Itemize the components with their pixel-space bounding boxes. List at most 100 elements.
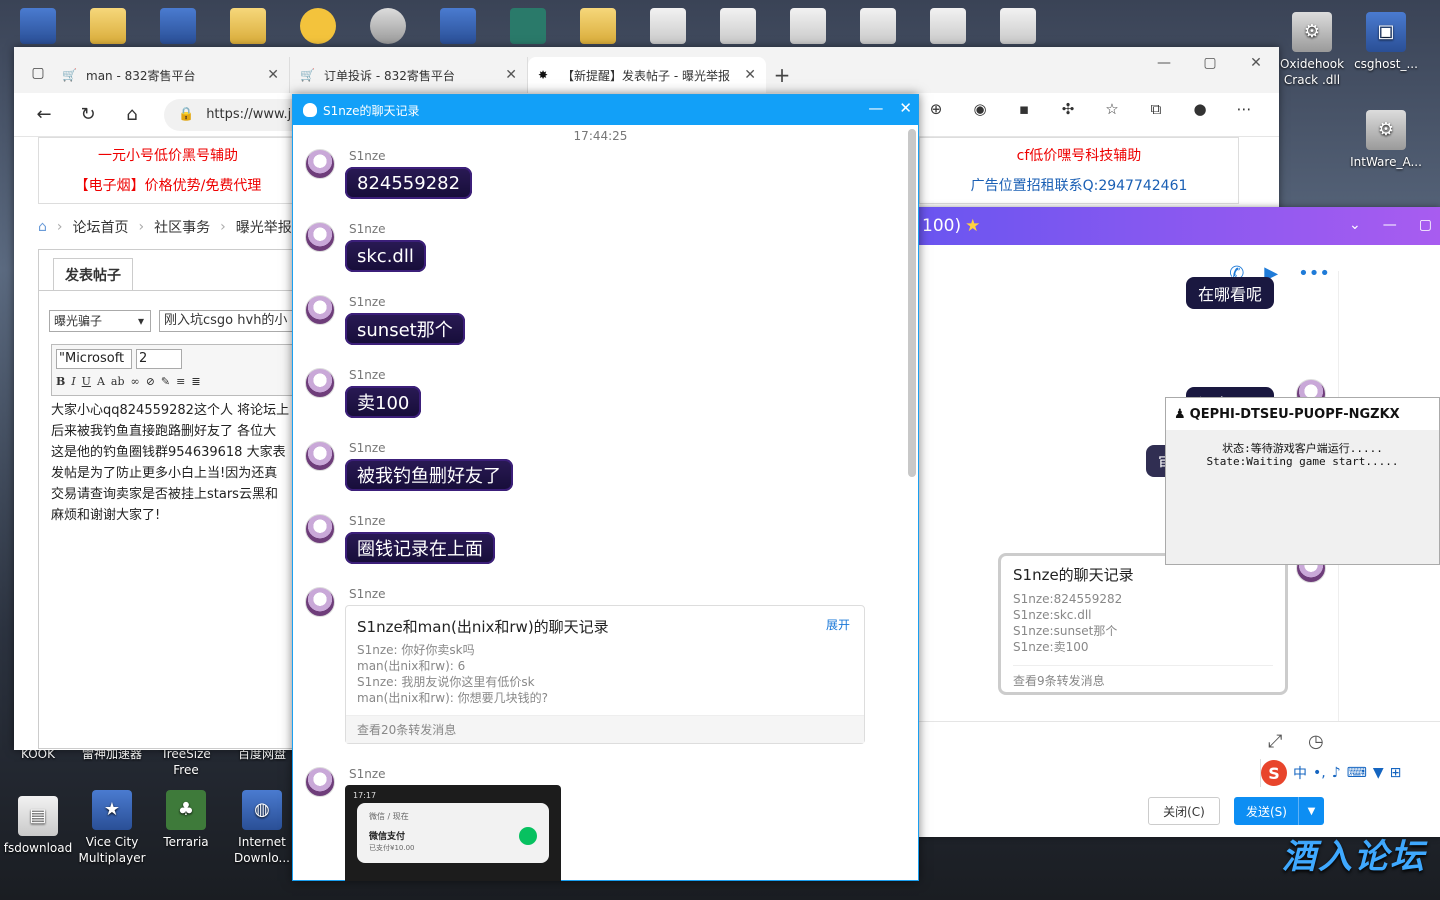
avatar[interactable]	[305, 295, 335, 325]
tab-actions-icon[interactable]: ▢	[24, 57, 52, 89]
sogou-ime-icon[interactable]: S	[1261, 760, 1287, 786]
message-bubble[interactable]: sunset那个	[345, 313, 465, 345]
breadcrumb-forum-home[interactable]: 论坛首页	[73, 217, 129, 237]
ad-banner-right[interactable]: cf低价嘿号科技辅助 广告位置招租联系Q:2947742461	[919, 137, 1239, 204]
avatar[interactable]	[305, 514, 335, 544]
extension-globe-icon[interactable]: ◉	[958, 93, 1002, 125]
chevron-down-icon[interactable]: ▼	[1298, 797, 1324, 825]
message-bubble[interactable]: 卖100	[345, 386, 422, 418]
close-tab-icon[interactable]: ✕	[505, 67, 517, 83]
desktop-icon-oxidehook[interactable]: ⚙ Oxidehook Crack .dll	[1276, 12, 1348, 88]
new-tab-button[interactable]: +	[766, 59, 798, 91]
history-clock-icon[interactable]: ◷	[1308, 731, 1324, 752]
close-tab-icon[interactable]: ✕	[744, 67, 756, 83]
window-icon[interactable]	[160, 8, 196, 44]
folder-icon[interactable]	[90, 8, 126, 44]
home-icon[interactable]: ⌂	[112, 99, 152, 131]
folder-icon[interactable]	[580, 8, 616, 44]
avatar[interactable]	[305, 767, 335, 797]
expand-link[interactable]: 展开	[826, 616, 850, 633]
desktop-label-treesize[interactable]: TreeSize Free	[150, 746, 222, 778]
avatar[interactable]	[305, 222, 335, 252]
avatar[interactable]	[305, 587, 335, 617]
qq-penguin-icon[interactable]	[300, 8, 336, 44]
file-icon[interactable]	[720, 8, 756, 44]
post-body-text[interactable]: 大家小心qq824559282这个人 将论坛上 后来被我钓鱼直接跑路删好友了 各…	[51, 400, 299, 526]
message-bubble[interactable]: 824559282	[345, 167, 473, 199]
desktop-icon-vicecity[interactable]: ★ Vice City Multiplayer	[76, 790, 148, 866]
category-select[interactable]: 曝光骗子 ▾	[49, 310, 151, 332]
desktop-icon-csghost[interactable]: ▣ csghost_...	[1350, 12, 1422, 72]
grid-icon[interactable]: ⊞	[1390, 765, 1402, 781]
puzzle-icon[interactable]: ✣	[1046, 93, 1090, 125]
chevron-down-icon[interactable]: ⌄	[1349, 217, 1361, 233]
profile-avatar[interactable]: ●	[1178, 93, 1222, 125]
view-forwarded-link[interactable]: 查看20条转发消息	[346, 715, 864, 743]
app-icon[interactable]	[510, 8, 546, 44]
font-size-select[interactable]: 2	[136, 349, 182, 369]
close-icon[interactable]: ✕	[899, 99, 912, 117]
extension-icon[interactable]: ▪	[1002, 93, 1046, 125]
file-icon[interactable]	[1000, 8, 1036, 44]
folder-icon[interactable]	[230, 8, 266, 44]
file-icon[interactable]	[930, 8, 966, 44]
text-color-icon[interactable]: A	[97, 375, 105, 388]
minimize-icon[interactable]: —	[868, 99, 883, 117]
close-button[interactable]: 关闭(C)	[1148, 797, 1220, 825]
keyboard-icon[interactable]: ⌨	[1347, 765, 1367, 781]
tab-new-post[interactable]: 发表帖子	[53, 258, 133, 290]
nested-record-card[interactable]: S1nze和man(出nix和rw)的聊天记录 展开 S1nze: 你好你卖sk…	[345, 605, 865, 744]
avatar[interactable]	[305, 149, 335, 179]
back-icon[interactable]: ←	[24, 99, 64, 131]
favorites-icon[interactable]: ☆	[1090, 93, 1134, 125]
link-icon[interactable]: ∞	[131, 375, 140, 388]
desktop-icon-idm[interactable]: ◍ Internet Downlo...	[226, 790, 298, 866]
home-icon[interactable]: ⌂	[38, 219, 47, 235]
breadcrumb-exposure[interactable]: 曝光举报	[236, 217, 292, 237]
collections-icon[interactable]: ⧉	[1134, 93, 1178, 125]
scrollbar[interactable]	[908, 129, 916, 477]
maximize-icon[interactable]: ▢	[1419, 217, 1432, 233]
bold-icon[interactable]: B	[56, 375, 65, 388]
zoom-icon[interactable]: ⊕	[914, 93, 958, 125]
forwarded-record-card[interactable]: S1nze的聊天记录 S1nze:824559282 S1nze:skc.dll…	[998, 553, 1288, 695]
file-icon[interactable]	[650, 8, 686, 44]
italic-icon[interactable]: I	[71, 375, 75, 388]
send-button[interactable]: 发送(S) ▼	[1234, 797, 1324, 825]
microphone-icon[interactable]: ♪	[1332, 765, 1341, 781]
align-left-icon[interactable]: ≡	[176, 375, 185, 388]
more-icon[interactable]: •••	[1298, 263, 1330, 284]
underline-icon[interactable]: U	[82, 375, 91, 388]
computer-icon[interactable]	[20, 8, 56, 44]
avatar[interactable]	[305, 441, 335, 471]
message-bubble[interactable]: skc.dll	[345, 240, 426, 272]
expand-icon[interactable]: ⤢	[1268, 731, 1282, 752]
align-center-icon[interactable]: ≣	[191, 375, 200, 388]
tab-post[interactable]: ✸ 【新提醒】发表帖子 - 曝光举报 ✕	[528, 57, 766, 93]
close-tab-icon[interactable]: ✕	[267, 67, 279, 83]
refresh-icon[interactable]: ↻	[68, 99, 108, 131]
font-select[interactable]: "Microsoft	[56, 349, 132, 369]
desktop-icon-fsdownload[interactable]: ▤ fsdownload	[2, 796, 74, 856]
minimize-icon[interactable]: —	[1141, 55, 1187, 71]
file-icon[interactable]	[860, 8, 896, 44]
message-bubble[interactable]: 被我钓鱼删好友了	[345, 459, 513, 491]
desktop-icon-terraria[interactable]: ♣ Terraria	[150, 790, 222, 850]
skin-icon[interactable]: ▼	[1373, 765, 1384, 781]
payment-screenshot-image[interactable]: 17:17 微信 / 现在 微信支付 已支付¥10.00	[345, 785, 561, 881]
tab-man[interactable]: 🛒 man - 832寄售平台 ✕	[52, 57, 290, 93]
maximize-icon[interactable]: ▢	[1187, 55, 1233, 71]
tab-complaint[interactable]: 🛒 订单投诉 - 832寄售平台 ✕	[290, 57, 528, 93]
avatar[interactable]	[305, 368, 335, 398]
gauge-icon[interactable]	[370, 8, 406, 44]
highlight-icon[interactable]: ab	[111, 375, 125, 388]
text-file-icon[interactable]	[790, 8, 826, 44]
message-bubble[interactable]: 圈钱记录在上面	[345, 532, 495, 564]
punctuation-icon[interactable]: •,	[1313, 765, 1326, 781]
close-icon[interactable]: ✕	[1233, 55, 1279, 71]
window-icon[interactable]	[440, 8, 476, 44]
ad-banner-left[interactable]: 一元小号低价黑号辅助 【电子烟】价格优势/免费代理	[38, 137, 298, 204]
unlink-icon[interactable]: ⊘	[146, 375, 155, 388]
more-icon[interactable]: ⋯	[1222, 93, 1266, 125]
breadcrumb-community[interactable]: 社区事务	[154, 217, 210, 237]
